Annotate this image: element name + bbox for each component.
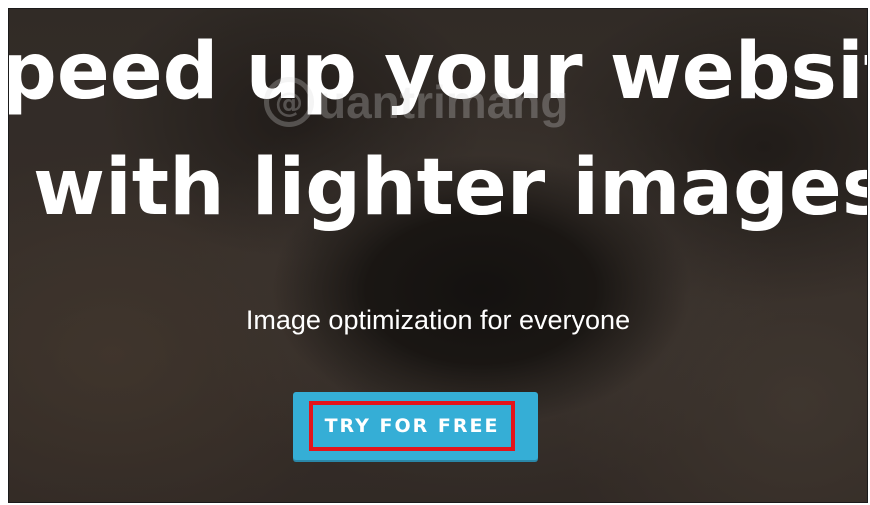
watermark-logo-icon: @ <box>264 77 314 127</box>
hero-subtitle: Image optimization for everyone <box>245 305 631 335</box>
hero-section: peed up your website @ uantrimang with l… <box>8 8 868 503</box>
watermark: @ uantrimang <box>264 75 568 129</box>
headline-line-2: with lighter images <box>33 143 868 233</box>
cta-container[interactable]: TRY FOR FREE <box>293 392 538 460</box>
try-for-free-button[interactable]: TRY FOR FREE <box>309 401 515 451</box>
watermark-text: uantrimang <box>318 76 569 128</box>
